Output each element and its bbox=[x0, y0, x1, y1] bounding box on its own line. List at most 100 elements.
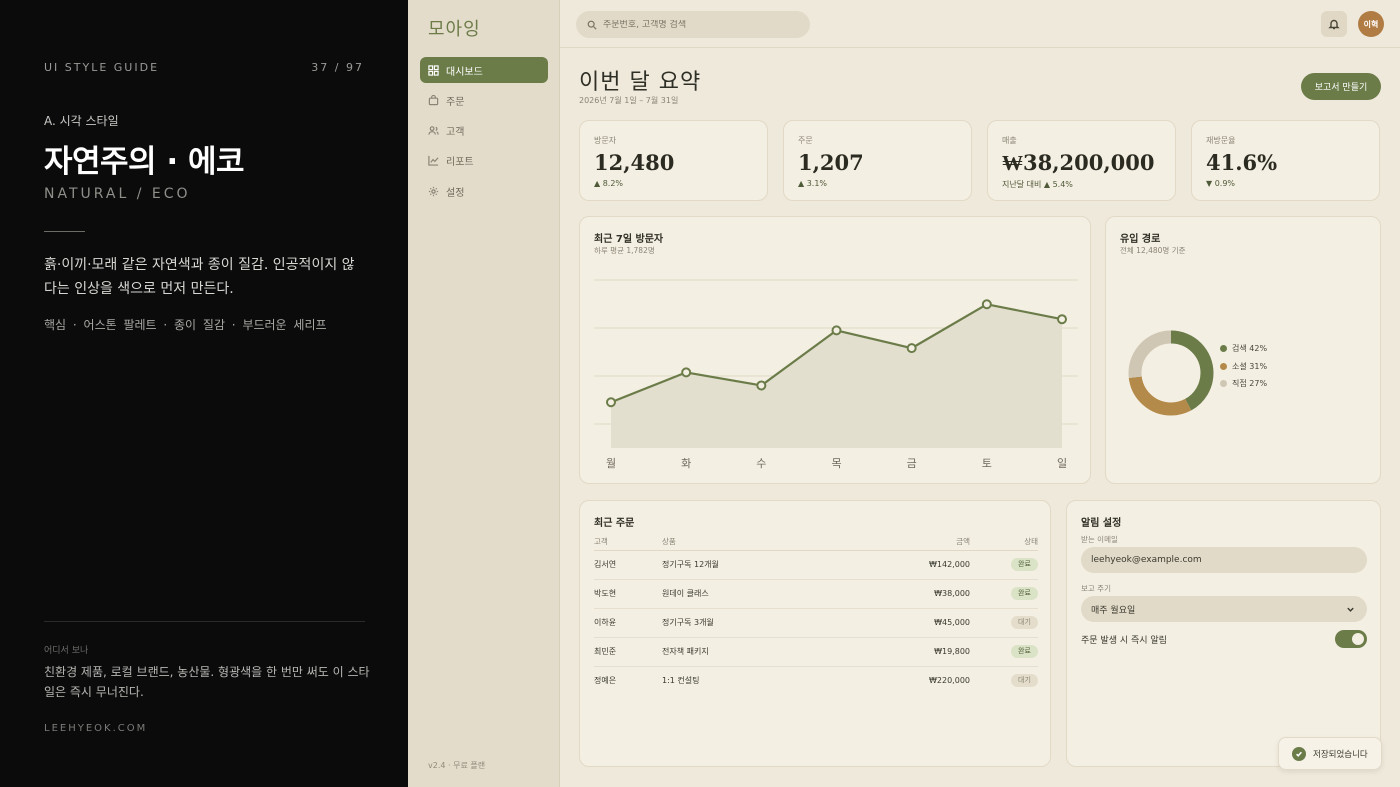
site-link[interactable]: LEEHYEOK.COM bbox=[44, 723, 147, 734]
toast-message: 저장되었습니다 bbox=[1313, 749, 1368, 760]
instant-alert-label: 주문 발생 시 즉시 알림 bbox=[1081, 636, 1167, 646]
visitors-chart-card: 최근 7일 방문자 하루 평균 1,782명 월화수목금토일 bbox=[579, 216, 1091, 484]
kpi-value: ₩38,200,000 bbox=[1002, 150, 1155, 175]
sidebar-item-label: 설정 bbox=[446, 187, 465, 199]
product-cell: 정기구독 3개월 bbox=[662, 608, 832, 638]
kpi-delta: ▼ 0.9% bbox=[1206, 179, 1236, 188]
kpi-delta: ▲ 8.2% bbox=[594, 179, 624, 188]
sidebar-item-dashboard[interactable]: 대시보드 bbox=[420, 57, 548, 83]
recent-orders-card: 최근 주문 고객 상품 금액 상태 김서연 정기구독 12개월 ₩142,000… bbox=[579, 500, 1051, 767]
kpi-delta: ▲ 3.1% bbox=[798, 179, 828, 188]
toast: 저장되었습니다 bbox=[1278, 737, 1382, 770]
traffic-source-donut bbox=[1128, 330, 1214, 416]
chart-icon bbox=[428, 155, 439, 166]
top-bar: 이혁 bbox=[560, 0, 1400, 48]
x-tick-label: 일 bbox=[1057, 456, 1067, 470]
sidebar-item-label: 주문 bbox=[446, 96, 465, 108]
search-box[interactable] bbox=[576, 11, 810, 38]
customer-cell: 박도현 bbox=[594, 579, 662, 609]
page-title: 이번 달 요약 bbox=[579, 70, 702, 95]
legend-item: 검색 42% bbox=[1220, 343, 1267, 354]
product-cell: 전자책 패키지 bbox=[662, 637, 832, 667]
legend-label: 소셜 31% bbox=[1232, 362, 1268, 371]
style-guide-panel: UI STYLE GUIDE 37 / 97 A. 시각 스타일 자연주의 · … bbox=[0, 0, 408, 787]
customer-cell: 최민준 bbox=[594, 637, 662, 667]
data-point bbox=[831, 325, 842, 336]
x-tick-label: 월 bbox=[606, 457, 616, 470]
table-row[interactable]: 박도현 원데이 클래스 ₩38,000 완료 bbox=[594, 579, 1038, 609]
customer-cell: 이하윤 bbox=[594, 608, 662, 638]
divider bbox=[44, 231, 85, 232]
legend-item: 직접 27% bbox=[1220, 378, 1267, 389]
gear-icon bbox=[428, 186, 439, 196]
status-badge: 완료 bbox=[1011, 587, 1038, 600]
sidebar-item-settings[interactable]: 설정 bbox=[420, 178, 548, 204]
sidebar-item-reports[interactable]: 리포트 bbox=[420, 147, 548, 173]
column-header: 고객 bbox=[594, 534, 662, 551]
table-row[interactable]: 김서연 정기구독 12개월 ₩142,000 완료 bbox=[594, 550, 1038, 580]
card-title: 최근 주문 bbox=[594, 518, 635, 529]
customer-cell: 김서연 bbox=[594, 550, 662, 580]
style-keywords: 핵심 · 어스톤 팔레트 · 종이 질감 · 부드러운 세리프 bbox=[44, 318, 327, 332]
amount-cell: ₩142,000 bbox=[831, 550, 978, 580]
page-subtitle: 2026년 7월 1일 – 7월 31일 bbox=[579, 96, 679, 105]
report-cycle-select[interactable]: 매주 월요일 bbox=[1081, 596, 1367, 622]
app-logo[interactable]: 모아잉 bbox=[428, 15, 481, 41]
chart-title: 유입 경로 bbox=[1120, 234, 1161, 245]
notification-button[interactable] bbox=[1321, 11, 1347, 37]
status-badge: 완료 bbox=[1011, 558, 1038, 571]
kpi-card-revenue: 매출 ₩38,200,000 지난달 대비 ▲ 5.4% bbox=[987, 120, 1176, 201]
instant-alert-toggle[interactable] bbox=[1335, 630, 1367, 648]
amount-cell: ₩45,000 bbox=[831, 608, 978, 638]
orders-table: 고객 상품 금액 상태 김서연 정기구독 12개월 ₩142,000 완료 박도… bbox=[594, 534, 1038, 695]
legend-label: 직접 27% bbox=[1232, 379, 1268, 388]
x-tick-label: 수 bbox=[756, 457, 766, 470]
status-cell: 대기 bbox=[978, 608, 1038, 638]
data-point bbox=[981, 299, 992, 310]
bell-icon bbox=[1328, 19, 1340, 30]
sidebar-item-orders[interactable]: 주문 bbox=[420, 87, 548, 113]
bag-icon bbox=[428, 94, 439, 105]
email-label: 받는 이메일 bbox=[1081, 535, 1118, 544]
data-point bbox=[681, 367, 692, 378]
guide-section: A. 시각 스타일 bbox=[44, 114, 119, 128]
toggle-knob bbox=[1352, 633, 1364, 645]
where-label: 어디서 보나 bbox=[44, 646, 89, 656]
table-row[interactable]: 이하윤 정기구독 3개월 ₩45,000 대기 bbox=[594, 608, 1038, 638]
visitors-line-chart: 월화수목금토일 bbox=[594, 279, 1078, 470]
kpi-card-visitors: 방문자 12,480 ▲ 8.2% bbox=[579, 120, 768, 201]
search-input[interactable] bbox=[603, 19, 793, 30]
data-point bbox=[1057, 314, 1067, 325]
kpi-value: 41.6% bbox=[1206, 150, 1278, 175]
email-field[interactable]: leehyeok@example.com bbox=[1081, 547, 1367, 573]
kpi-label: 재방문율 bbox=[1206, 136, 1236, 145]
product-cell: 정기구독 12개월 bbox=[662, 550, 832, 580]
guide-page-number: 37 / 97 bbox=[311, 61, 364, 74]
amount-cell: ₩19,800 bbox=[831, 637, 978, 667]
x-tick-label: 금 bbox=[907, 457, 917, 470]
product-cell: 원데이 클래스 bbox=[662, 579, 832, 609]
legend-swatch bbox=[1220, 380, 1227, 387]
table-row[interactable]: 정예은 1:1 컨설팅 ₩220,000 대기 bbox=[594, 666, 1038, 695]
check-icon bbox=[1292, 746, 1306, 761]
sidebar-item-label: 리포트 bbox=[446, 156, 474, 168]
sidebar-item-customers[interactable]: 고객 bbox=[420, 117, 548, 143]
data-point bbox=[906, 343, 917, 354]
column-header: 금액 bbox=[831, 534, 978, 551]
create-report-button[interactable]: 보고서 만들기 bbox=[1301, 73, 1381, 100]
kpi-delta: 지난달 대비 ▲ 5.4% bbox=[1002, 180, 1073, 189]
legend-label: 검색 42% bbox=[1232, 344, 1268, 353]
table-row[interactable]: 최민준 전자책 패키지 ₩19,800 완료 bbox=[594, 637, 1038, 667]
amount-cell: ₩38,000 bbox=[831, 579, 978, 609]
avatar[interactable]: 이혁 bbox=[1358, 11, 1384, 37]
guide-title: UI STYLE GUIDE bbox=[44, 61, 160, 74]
column-header: 상태 bbox=[978, 534, 1038, 551]
style-description: 흙·이끼·모래 같은 자연색과 종이 질감. 인공적이지 않다는 인상을 색으로… bbox=[44, 257, 355, 297]
table-header-row: 고객 상품 금액 상태 bbox=[594, 534, 1038, 551]
legend-swatch bbox=[1220, 363, 1227, 370]
grid-icon bbox=[428, 64, 439, 76]
status-cell: 완료 bbox=[978, 550, 1038, 580]
kpi-value: 1,207 bbox=[798, 150, 864, 175]
legend-swatch bbox=[1220, 345, 1227, 352]
style-name-en: NATURAL / ECO bbox=[44, 186, 191, 202]
